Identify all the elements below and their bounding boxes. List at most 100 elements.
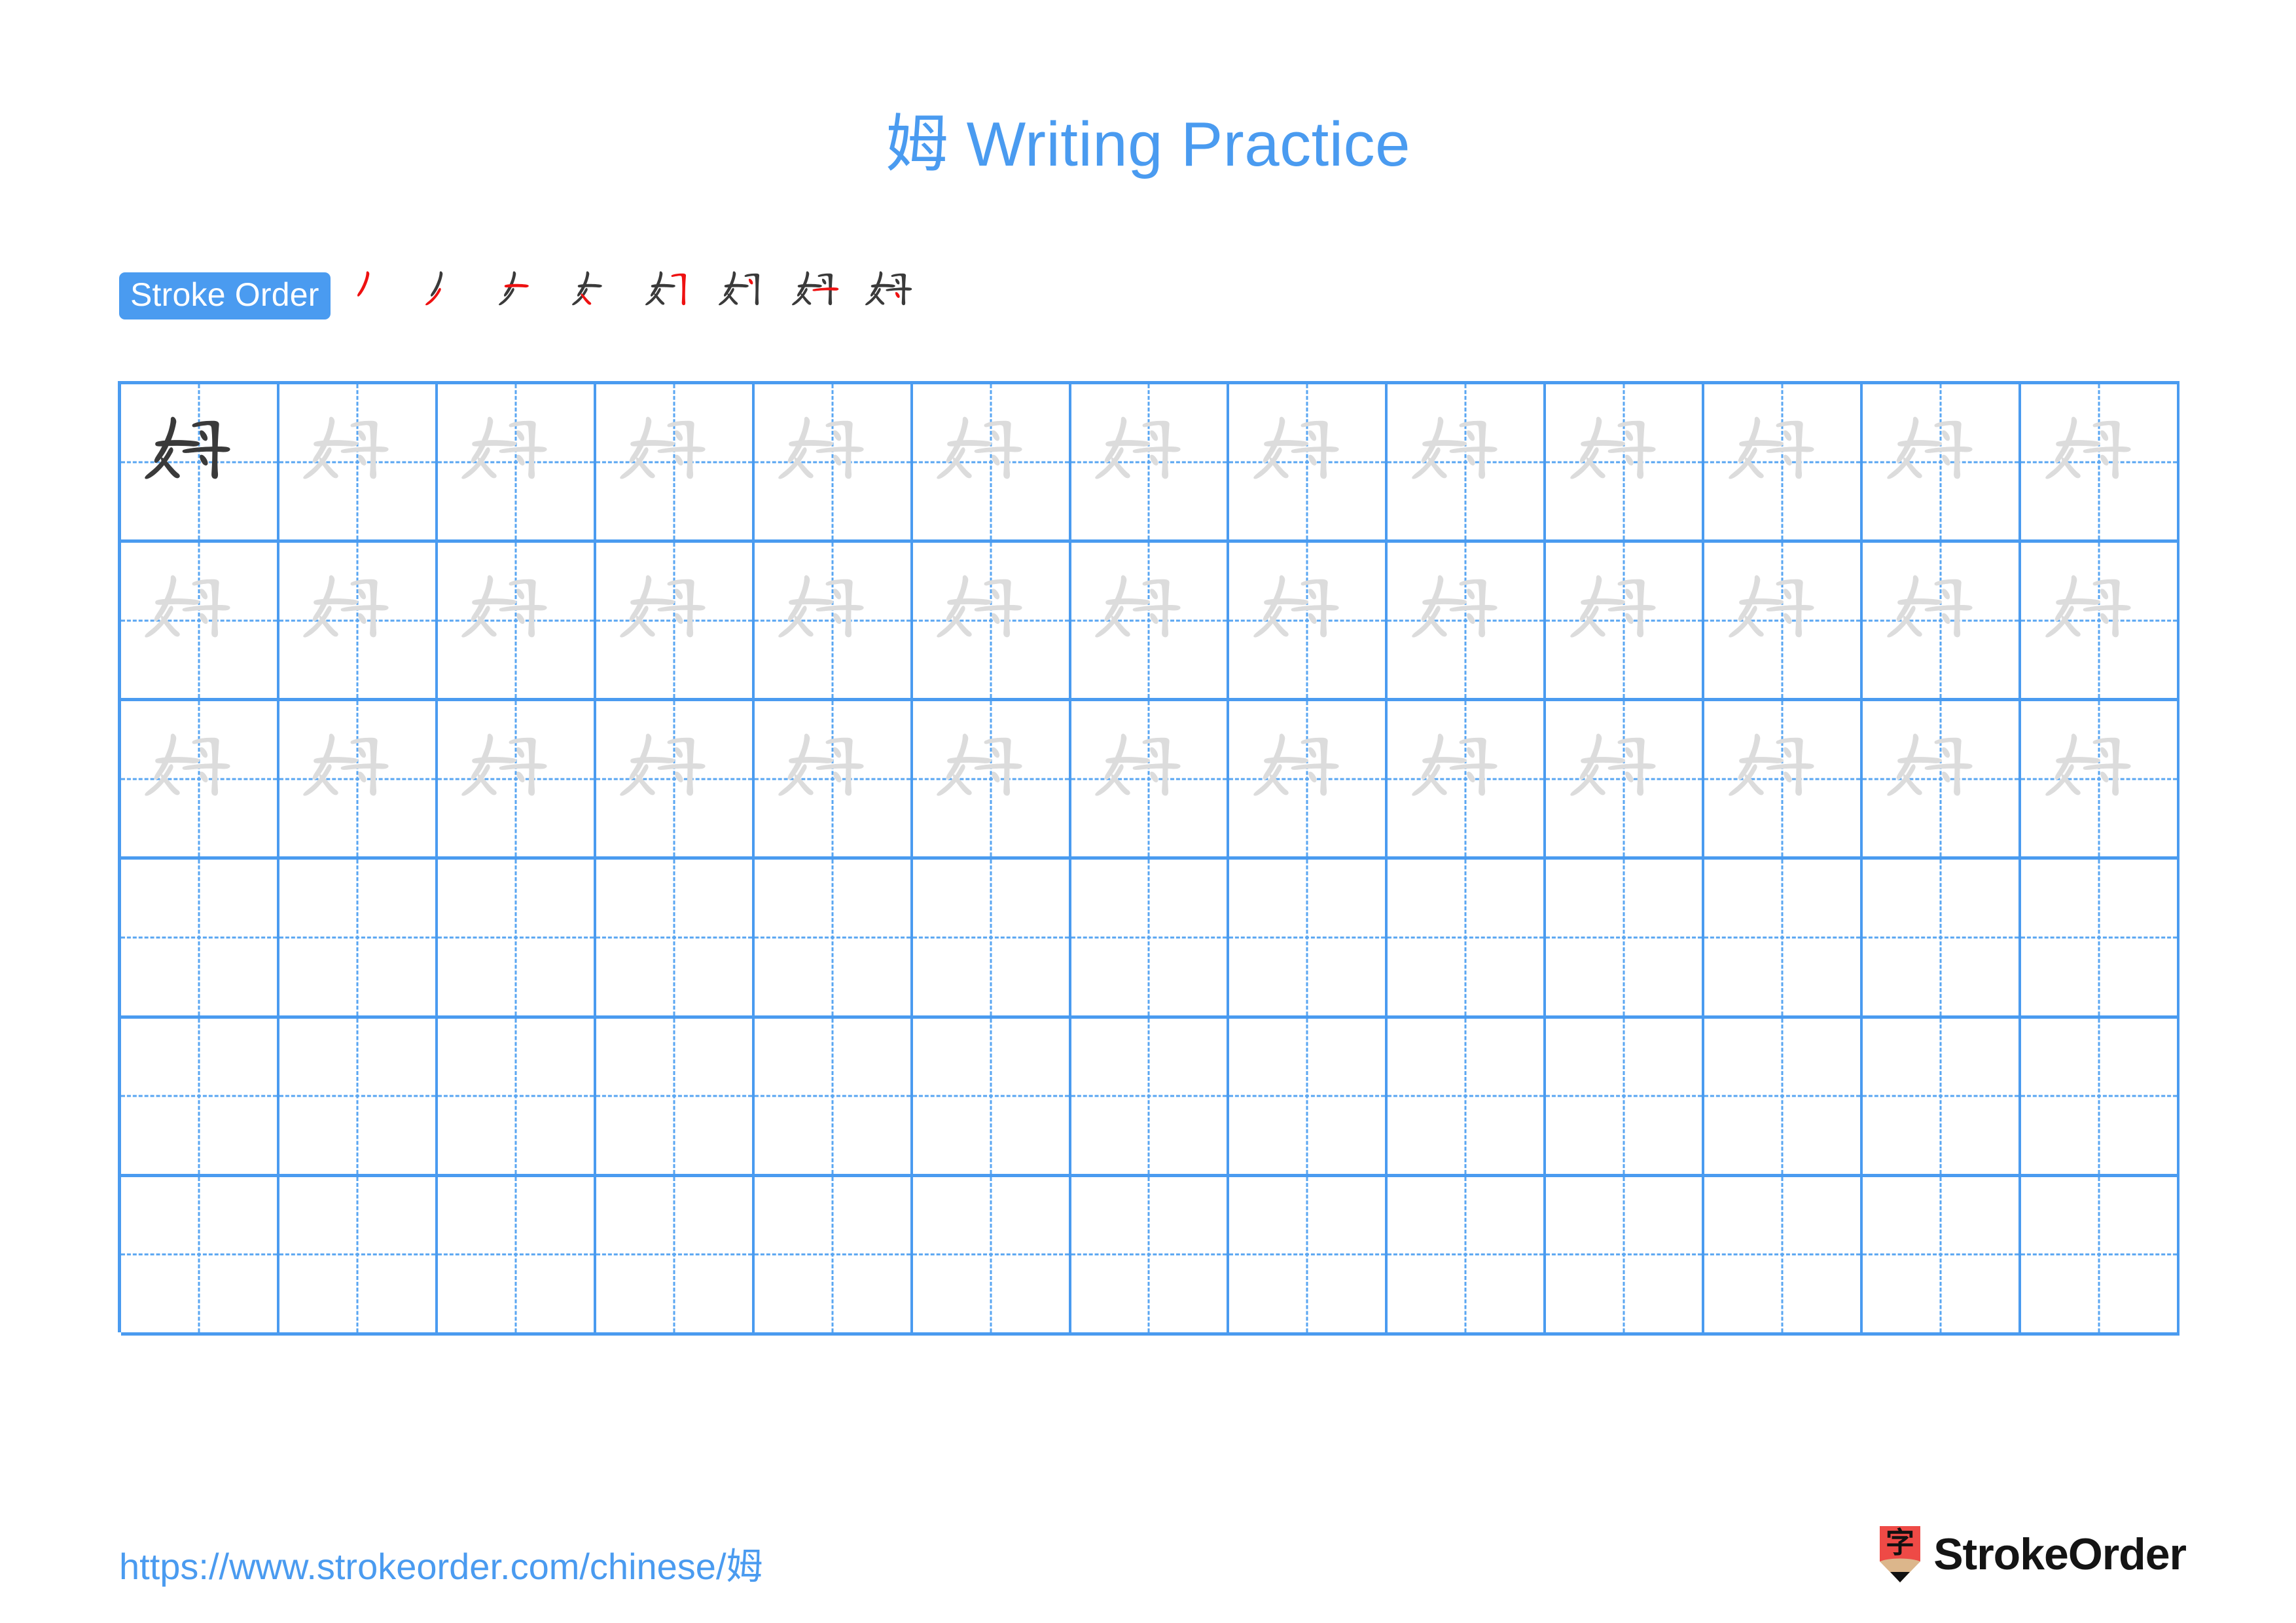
practice-cell-r5-c7[interactable] xyxy=(1071,1018,1230,1174)
practice-cell-r3-c3[interactable] xyxy=(438,701,596,857)
practice-cell-r4-c5[interactable] xyxy=(755,860,913,1015)
practice-cell-r3-c7[interactable] xyxy=(1071,701,1230,857)
practice-cell-r2-c11[interactable] xyxy=(1704,543,1863,699)
practice-cell-r4-c2[interactable] xyxy=(279,860,438,1015)
practice-cell-r5-c13[interactable] xyxy=(2021,1018,2179,1174)
practice-cell-r4-c8[interactable] xyxy=(1229,860,1388,1015)
practice-cell-r1-c1[interactable] xyxy=(121,384,279,540)
practice-cell-r3-c2[interactable] xyxy=(279,701,438,857)
practice-cell-r6-c6[interactable] xyxy=(913,1176,1071,1332)
stroke-7 xyxy=(1766,763,1814,771)
practice-cell-r4-c10[interactable] xyxy=(1546,860,1705,1015)
practice-cell-r4-c3[interactable] xyxy=(438,860,596,1015)
trace-character xyxy=(1388,543,1543,698)
practice-cell-r1-c5[interactable] xyxy=(755,384,913,540)
practice-cell-r1-c4[interactable] xyxy=(596,384,755,540)
practice-cell-r1-c9[interactable] xyxy=(1388,384,1547,540)
practice-cell-r2-c5[interactable] xyxy=(755,543,913,699)
practice-cell-r4-c11[interactable] xyxy=(1704,860,1863,1015)
practice-cell-r6-c5[interactable] xyxy=(755,1176,913,1332)
practice-cell-r1-c6[interactable] xyxy=(913,384,1071,540)
practice-cell-r4-c9[interactable] xyxy=(1388,860,1547,1015)
practice-cell-r5-c11[interactable] xyxy=(1704,1018,1863,1174)
practice-cell-r5-c3[interactable] xyxy=(438,1018,596,1174)
practice-cell-r2-c2[interactable] xyxy=(279,543,438,699)
practice-cell-r4-c7[interactable] xyxy=(1071,860,1230,1015)
practice-cell-r6-c13[interactable] xyxy=(2021,1176,2179,1332)
practice-cell-r5-c8[interactable] xyxy=(1229,1018,1388,1174)
practice-cell-r1-c12[interactable] xyxy=(1863,384,2022,540)
practice-cell-r2-c13[interactable] xyxy=(2021,543,2179,699)
practice-cell-r4-c12[interactable] xyxy=(1863,860,2022,1015)
practice-cell-r3-c13[interactable] xyxy=(2021,701,2179,857)
stroke-8 xyxy=(516,613,525,625)
practice-cell-r4-c6[interactable] xyxy=(913,860,1071,1015)
practice-cell-r6-c3[interactable] xyxy=(438,1176,596,1332)
stroke-6 xyxy=(1308,747,1317,758)
practice-cell-r3-c10[interactable] xyxy=(1546,701,1705,857)
stroke-6 xyxy=(992,589,1000,600)
practice-cell-r6-c8[interactable] xyxy=(1229,1176,1388,1332)
practice-cell-r5-c2[interactable] xyxy=(279,1018,438,1174)
stroke-3 xyxy=(1580,598,1625,606)
practice-cell-r5-c1[interactable] xyxy=(121,1018,279,1174)
stroke-7 xyxy=(1449,605,1498,612)
practice-cell-r4-c4[interactable] xyxy=(596,860,755,1015)
practice-cell-r1-c11[interactable] xyxy=(1704,384,1863,540)
practice-cell-r1-c8[interactable] xyxy=(1229,384,1388,540)
practice-cell-r1-c7[interactable] xyxy=(1071,384,1230,540)
stroke-3 xyxy=(1422,757,1467,764)
stroke-3 xyxy=(2055,598,2100,606)
practice-cell-r3-c12[interactable] xyxy=(1863,701,2022,857)
practice-cell-r1-c3[interactable] xyxy=(438,384,596,540)
practice-cell-r5-c10[interactable] xyxy=(1546,1018,1705,1174)
stroke-6 xyxy=(200,430,208,441)
practice-cell-r2-c9[interactable] xyxy=(1388,543,1547,699)
stroke-8 xyxy=(992,772,1000,783)
practice-cell-r5-c6[interactable] xyxy=(913,1018,1071,1174)
practice-cell-r5-c4[interactable] xyxy=(596,1018,755,1174)
stroke-8 xyxy=(2100,454,2109,466)
practice-cell-r6-c4[interactable] xyxy=(596,1176,755,1332)
practice-cell-r2-c7[interactable] xyxy=(1071,543,1230,699)
practice-cell-r5-c12[interactable] xyxy=(1863,1018,2022,1174)
practice-cell-r6-c2[interactable] xyxy=(279,1176,438,1332)
practice-cell-r1-c13[interactable] xyxy=(2021,384,2179,540)
practice-cell-r3-c4[interactable] xyxy=(596,701,755,857)
practice-cell-r6-c12[interactable] xyxy=(1863,1176,2022,1332)
stroke-8 xyxy=(516,454,525,466)
practice-cell-r3-c8[interactable] xyxy=(1229,701,1388,857)
stroke-6 xyxy=(2100,747,2108,758)
practice-cell-r3-c6[interactable] xyxy=(913,701,1071,857)
brand-logo[interactable]: 字 StrokeOrder xyxy=(1880,1523,2187,1586)
practice-cell-r5-c5[interactable] xyxy=(755,1018,913,1174)
practice-cell-r5-c9[interactable] xyxy=(1388,1018,1547,1174)
practice-cell-r1-c2[interactable] xyxy=(279,384,438,540)
stroke-order-step-3 xyxy=(492,259,565,333)
practice-cell-r2-c12[interactable] xyxy=(1863,543,2022,699)
practice-cell-r6-c11[interactable] xyxy=(1704,1176,1863,1332)
practice-cell-r6-c1[interactable] xyxy=(121,1176,279,1332)
stroke-6 xyxy=(992,747,1000,758)
practice-cell-r3-c5[interactable] xyxy=(755,701,913,857)
practice-cell-r6-c7[interactable] xyxy=(1071,1176,1230,1332)
practice-cell-r6-c9[interactable] xyxy=(1388,1176,1547,1332)
practice-cell-r6-c10[interactable] xyxy=(1546,1176,1705,1332)
stroke-6 xyxy=(1150,589,1158,600)
source-url[interactable]: https://www.strokeorder.com/chinese/姆 xyxy=(119,1537,763,1590)
practice-cell-r1-c10[interactable] xyxy=(1546,384,1705,540)
practice-cell-r2-c3[interactable] xyxy=(438,543,596,699)
practice-cell-r3-c9[interactable] xyxy=(1388,701,1547,857)
stroke-order-step-list xyxy=(345,259,931,333)
practice-cell-r2-c8[interactable] xyxy=(1229,543,1388,699)
practice-cell-r4-c13[interactable] xyxy=(2021,860,2179,1015)
practice-cell-r4-c1[interactable] xyxy=(121,860,279,1015)
practice-cell-r2-c1[interactable] xyxy=(121,543,279,699)
stroke-3 xyxy=(155,598,200,606)
stroke-8 xyxy=(200,454,208,466)
practice-cell-r2-c4[interactable] xyxy=(596,543,755,699)
practice-cell-r3-c11[interactable] xyxy=(1704,701,1863,857)
practice-cell-r2-c6[interactable] xyxy=(913,543,1071,699)
practice-cell-r3-c1[interactable] xyxy=(121,701,279,857)
practice-cell-r2-c10[interactable] xyxy=(1546,543,1705,699)
